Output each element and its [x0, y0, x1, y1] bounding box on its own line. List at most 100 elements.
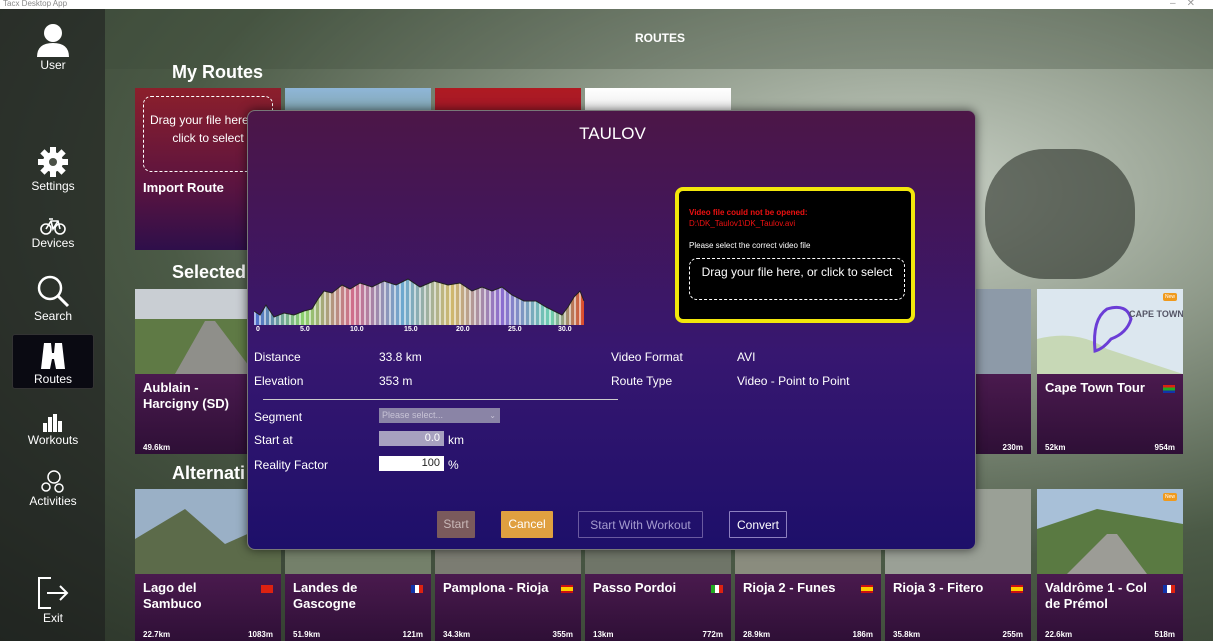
reality-factor-label: Reality Factor	[254, 458, 329, 472]
sidebar-item-label: User	[40, 58, 66, 72]
window-controls[interactable]: – ✕	[1170, 0, 1195, 9]
flag-icon	[1163, 585, 1175, 593]
flag-icon	[261, 585, 273, 593]
elevation-profile	[254, 278, 585, 325]
start-at-label: Start at	[254, 433, 293, 447]
segment-label: Segment	[254, 410, 303, 424]
sidebar-item-label: Workouts	[27, 433, 79, 447]
error-title: Video file could not be opened:	[689, 208, 808, 217]
route-name: Rioja 2 - Funes	[743, 580, 836, 595]
sidebar-item-label: Routes	[33, 372, 73, 386]
app-title: Tacx Desktop App	[3, 0, 68, 8]
start-at-unit: km	[448, 433, 464, 447]
route-type-value: Video - Point to Point	[737, 374, 850, 388]
error-message: Please select the correct video file	[689, 241, 811, 250]
video-format-value: AVI	[737, 350, 756, 364]
map-label: CAPE TOWN	[1129, 309, 1183, 319]
activities-icon	[41, 470, 64, 493]
video-drop-zone[interactable]: Drag your file here, or click to select	[689, 258, 905, 300]
route-type-label: Route Type	[611, 374, 673, 388]
axis-tick: 0	[256, 326, 260, 333]
axis-tick: 10.0	[350, 326, 364, 333]
route-name: Valdrôme 1 - Col de Prémol	[1045, 580, 1147, 611]
route-elevation: 355m	[552, 630, 573, 639]
route-name: Aublain - Harcigny (SD)	[143, 380, 229, 411]
routes-icon	[41, 343, 65, 369]
route-distance: 35.8km	[893, 630, 921, 639]
title-bar: Tacx Desktop App – ✕	[0, 0, 1213, 9]
route-elevation: 186m	[852, 630, 873, 639]
axis-tick: 5.0	[300, 326, 310, 333]
section-title-alternative: Alternati	[172, 463, 246, 483]
distance-value: 33.8 km	[379, 350, 422, 364]
route-card-valdrome[interactable]: New Valdrôme 1 - Col de Prémol 22.6km 51…	[1037, 489, 1183, 641]
search-icon	[37, 275, 70, 308]
video-format-label: Video Format	[611, 350, 683, 364]
sidebar-item-label: Activities	[29, 494, 77, 508]
route-elevation: 1083m	[248, 630, 273, 639]
route-elevation: 255m	[1002, 630, 1023, 639]
route-name: Rioja 3 - Fitero	[893, 580, 984, 595]
route-distance: 28.9km	[743, 630, 771, 639]
sidebar-item-activities[interactable]: Activities	[12, 469, 94, 508]
new-badge: New	[1163, 493, 1177, 501]
new-badge: New	[1163, 293, 1177, 301]
exit-icon	[38, 577, 69, 609]
flag-icon	[561, 585, 573, 593]
page-title: ROUTES	[634, 31, 685, 45]
route-name: Landes de Gascogne	[293, 580, 358, 611]
route-distance: 34.3km	[443, 630, 471, 639]
axis-tick: 30.0	[558, 326, 572, 333]
sidebar-item-devices[interactable]: Devices	[12, 217, 94, 250]
sidebar-item-routes[interactable]: Routes	[12, 334, 94, 389]
import-route-label: Import Route	[143, 180, 224, 195]
segment-select[interactable]: Please select... ⌄	[379, 408, 500, 423]
axis-tick: 25.0	[508, 326, 522, 333]
route-map-thumbnail: CAPE TOWN	[1037, 289, 1183, 374]
reality-factor-input[interactable]: 100	[379, 456, 444, 471]
bicycle-icon	[40, 218, 66, 235]
sidebar-item-exit[interactable]: Exit	[12, 576, 94, 625]
sidebar-item-settings[interactable]: Settings	[12, 146, 94, 193]
segment-placeholder: Please select...	[382, 410, 444, 420]
sidebar: User Settings Devices Search Routes Work…	[0, 9, 105, 641]
elevation-value: 353 m	[379, 374, 413, 388]
route-elevation: 121m	[402, 630, 423, 639]
flag-icon	[1163, 385, 1175, 393]
cancel-button[interactable]: Cancel	[501, 511, 553, 538]
workouts-icon	[43, 414, 62, 432]
route-distance: 22.7km	[143, 630, 171, 639]
sidebar-item-search[interactable]: Search	[12, 274, 94, 323]
route-distance: 51.9km	[293, 630, 321, 639]
flag-icon	[1011, 585, 1023, 593]
sidebar-item-label: Devices	[31, 236, 75, 250]
gear-icon	[38, 147, 68, 177]
video-error-panel: Video file could not be opened: D:\DK_Ta…	[675, 187, 915, 323]
route-name: Passo Pordoi	[593, 580, 677, 595]
convert-button[interactable]: Convert	[729, 511, 787, 538]
start-button[interactable]: Start	[437, 511, 475, 538]
reality-factor-unit: %	[448, 458, 459, 472]
route-distance: 13km	[593, 630, 614, 639]
start-at-input[interactable]: 0.0	[379, 431, 444, 446]
route-elevation: 954m	[1154, 443, 1175, 452]
route-elevation: 772m	[702, 630, 723, 639]
flag-icon	[411, 585, 423, 593]
route-elevation: 230m	[1002, 443, 1023, 452]
route-card-cape-town[interactable]: CAPE TOWN New Cape Town Tour 52km 954m	[1037, 289, 1183, 454]
sidebar-item-workouts[interactable]: Workouts	[12, 414, 94, 447]
section-title-my-routes: My Routes	[172, 62, 264, 82]
route-name: Pamplona - Rioja	[443, 580, 549, 595]
route-distance: 22.6km	[1045, 630, 1073, 639]
sidebar-item-user[interactable]: User	[12, 23, 94, 72]
route-distance: 49.6km	[143, 443, 171, 452]
error-file-path: D:\DK_Taulov1\DK_Taulov.avi	[689, 219, 796, 228]
user-icon	[37, 24, 69, 57]
start-with-workout-button[interactable]: Start With Workout	[578, 511, 703, 538]
route-distance: 52km	[1045, 443, 1066, 452]
route-detail-dialog: TAULOV 0 5.0 10.0 15.0 20.0 25.0 30.0 Di…	[247, 110, 976, 550]
flag-icon	[711, 585, 723, 593]
divider	[263, 399, 618, 400]
sidebar-item-label: Settings	[31, 179, 75, 193]
axis-tick: 15.0	[404, 326, 418, 333]
